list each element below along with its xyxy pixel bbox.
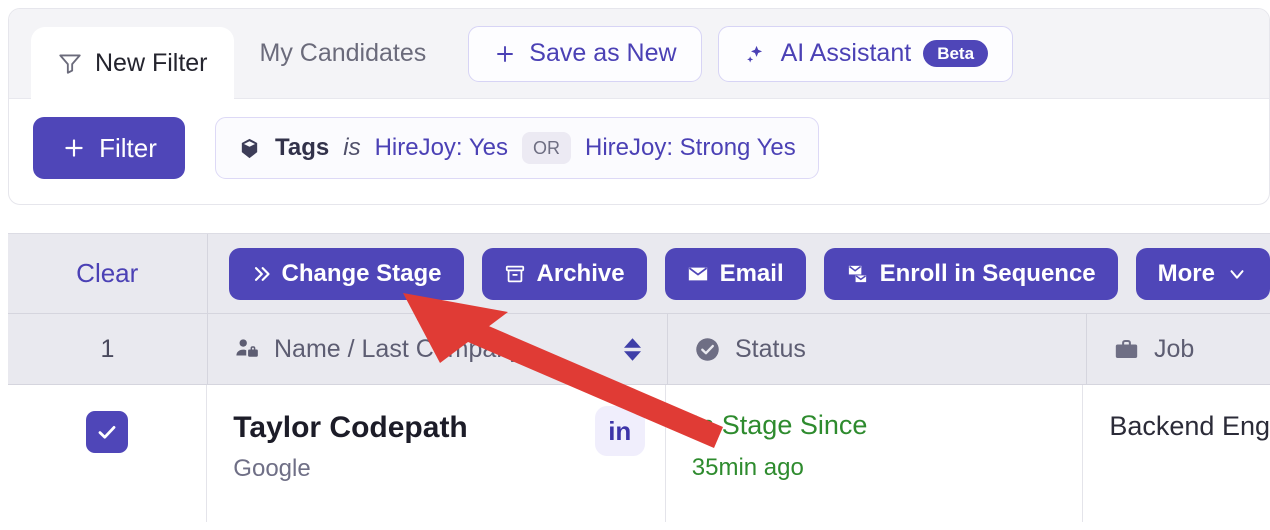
ai-assistant-button[interactable]: AI Assistant Beta — [717, 25, 1014, 82]
funnel-icon — [57, 50, 83, 76]
add-filter-button[interactable]: Filter — [33, 117, 185, 179]
sort-toggle-name[interactable] — [624, 337, 641, 361]
column-header-status-label: Status — [735, 334, 806, 363]
save-as-new-button[interactable]: Save as New — [468, 25, 702, 82]
filter-panel: New Filter My Candidates Save as New AI … — [8, 8, 1270, 205]
more-actions-label: More — [1157, 259, 1215, 287]
filter-builder-row: Filter Tags is HireJoy: Yes OR HireJoy: … — [9, 99, 1269, 179]
enroll-in-sequence-button[interactable]: Enroll in Sequence — [823, 247, 1118, 300]
filter-chip-operator: is — [343, 134, 361, 161]
sparkles-icon — [743, 41, 769, 67]
tab-new-filter-label: New Filter — [95, 48, 208, 77]
candidate-status-cell: In Stage Since 35min ago — [666, 385, 1084, 522]
table-header-row: 1 Name / Last Company Status Job — [8, 313, 1270, 385]
archive-button[interactable]: Archive — [481, 247, 647, 300]
email-label: Email — [719, 259, 784, 287]
add-filter-label: Filter — [99, 132, 157, 163]
column-header-job[interactable]: Job — [1087, 313, 1270, 385]
bulk-action-buttons: Change Stage Archive Email Enroll in Seq… — [208, 247, 1270, 300]
change-stage-button[interactable]: Change Stage — [228, 247, 464, 300]
ai-assistant-label: AI Assistant — [780, 39, 912, 67]
candidate-filter-screen: New Filter My Candidates Save as New AI … — [0, 0, 1270, 530]
candidate-company: Google — [233, 454, 311, 482]
tag-cube-icon — [238, 137, 261, 160]
change-stage-label: Change Stage — [281, 259, 442, 287]
bulk-action-bar: Clear Change Stage Archive Email Enroll … — [8, 233, 1270, 314]
filter-chip-field: Tags — [275, 134, 330, 161]
plus-icon — [493, 42, 517, 66]
candidate-name-cell: Taylor Codepath Google in — [207, 385, 666, 522]
chevron-down-icon — [1226, 263, 1248, 285]
briefcase-icon — [1113, 336, 1140, 363]
job-title: Backend Eng — [1109, 411, 1270, 441]
filter-chip-value-1: HireJoy: Yes — [374, 134, 508, 161]
filter-chip-conjunction: OR — [521, 132, 571, 164]
column-header-job-label: Job — [1154, 334, 1195, 363]
save-as-new-label: Save as New — [529, 39, 677, 67]
table-row: Taylor Codepath Google in In Stage Since… — [8, 385, 1270, 522]
column-header-status[interactable]: Status — [668, 313, 1087, 385]
filter-chip-tags[interactable]: Tags is HireJoy: Yes OR HireJoy: Strong … — [215, 117, 819, 179]
double-chevron-right-icon — [251, 264, 271, 284]
candidate-job-cell: Backend Eng — [1083, 385, 1270, 522]
plus-icon — [61, 135, 87, 161]
tab-strip: New Filter My Candidates Save as New AI … — [9, 9, 1269, 99]
envelope-icon — [687, 263, 709, 285]
email-button[interactable]: Email — [664, 247, 806, 300]
status-time: 35min ago — [691, 453, 804, 481]
sequence-icon — [846, 262, 869, 285]
linkedin-icon[interactable]: in — [594, 406, 645, 456]
status-label: In Stage Since — [691, 410, 868, 440]
beta-badge: Beta — [923, 40, 989, 67]
archive-label: Archive — [536, 259, 625, 287]
enroll-in-sequence-label: Enroll in Sequence — [879, 259, 1096, 287]
filter-chip-value-2: HireJoy: Strong Yes — [584, 134, 796, 161]
tab-my-candidates-label: My Candidates — [259, 39, 427, 67]
column-header-name[interactable]: Name / Last Company — [208, 313, 668, 385]
more-actions-button[interactable]: More — [1135, 247, 1270, 300]
check-circle-icon — [694, 336, 721, 363]
column-header-name-label: Name / Last Company — [274, 334, 523, 363]
clear-selection-button[interactable]: Clear — [8, 233, 208, 314]
person-briefcase-icon — [234, 336, 260, 362]
row-select-cell — [8, 385, 208, 522]
archive-box-icon — [504, 263, 526, 285]
tab-new-filter[interactable]: New Filter — [31, 27, 234, 99]
tab-my-candidates[interactable]: My Candidates — [234, 20, 453, 88]
row-checkbox[interactable] — [86, 411, 129, 453]
selected-count: 1 — [8, 313, 208, 385]
